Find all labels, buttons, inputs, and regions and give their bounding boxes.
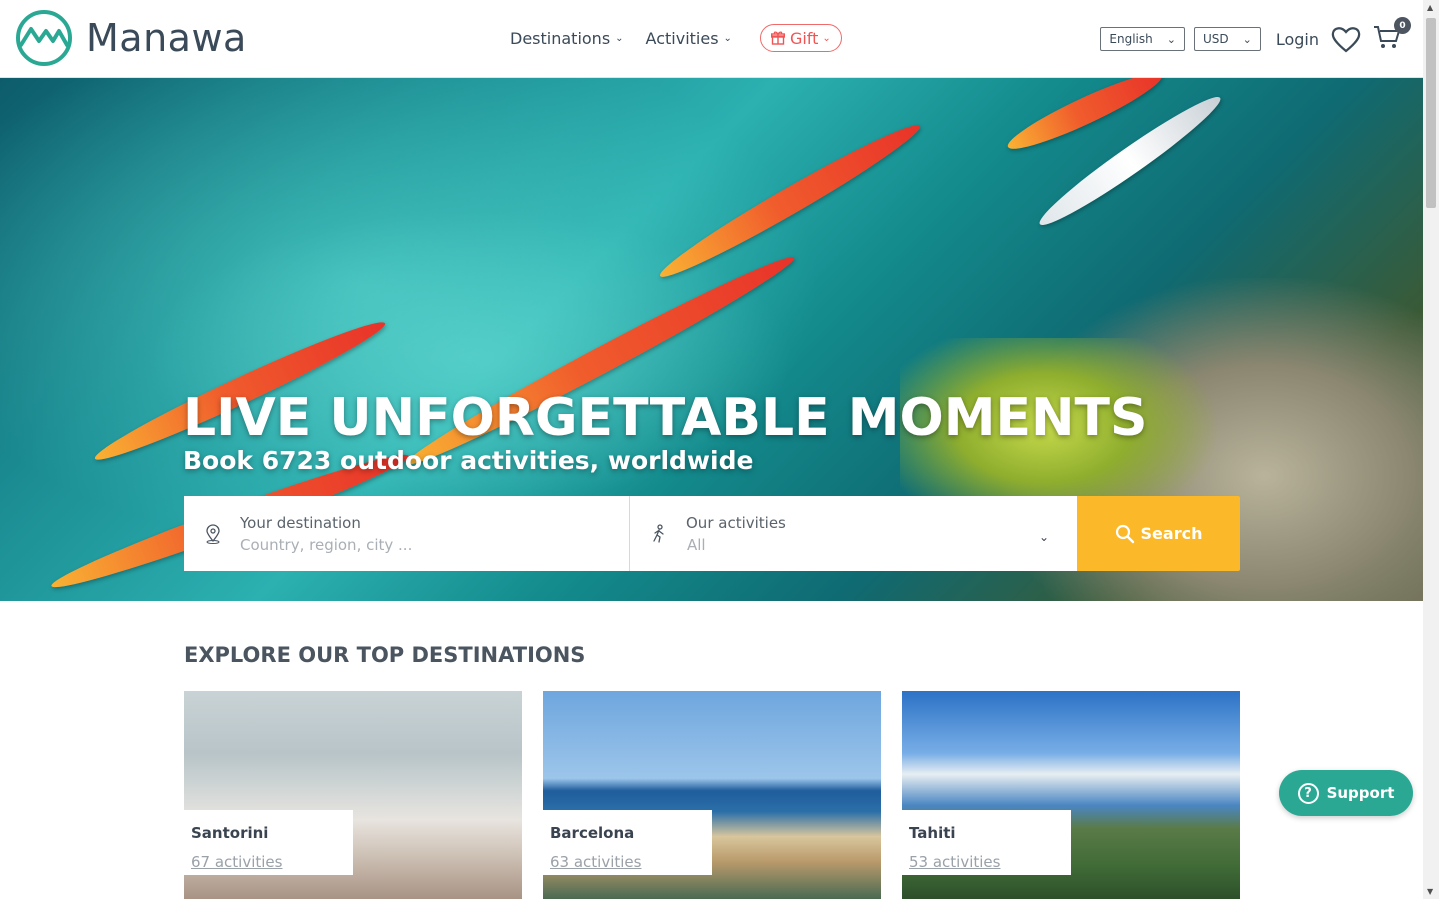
destination-caption: Barcelona 63 activities bbox=[543, 810, 712, 875]
currency-value: USD bbox=[1202, 32, 1229, 46]
header-actions: English ⌄ USD ⌄ Login 0 bbox=[1100, 17, 1411, 54]
chevron-down-icon: ⌄ bbox=[1166, 32, 1176, 46]
destination-card-barcelona[interactable]: Barcelona 63 activities bbox=[543, 691, 881, 899]
scrollbar-thumb[interactable] bbox=[1426, 18, 1436, 208]
login-link[interactable]: Login bbox=[1276, 30, 1319, 49]
nav-activities-label: Activities bbox=[645, 28, 719, 48]
gift-button[interactable]: Gift ⌄ bbox=[759, 24, 842, 52]
destination-caption: Santorini 67 activities bbox=[184, 810, 353, 875]
hero-title: LIVE UNFORGETTABLE MOMENTS bbox=[183, 388, 1148, 448]
chevron-down-icon: ⌄ bbox=[615, 32, 624, 44]
destination-card-tahiti[interactable]: Tahiti 53 activities bbox=[902, 691, 1240, 899]
search-button[interactable]: Search bbox=[1077, 496, 1240, 571]
nav-destinations-label: Destinations bbox=[510, 28, 611, 48]
location-pin-icon bbox=[206, 524, 220, 544]
destination-label: Your destination bbox=[240, 514, 361, 532]
cart-button[interactable]: 0 bbox=[1373, 17, 1411, 54]
support-label: Support bbox=[1326, 784, 1395, 802]
question-icon: ? bbox=[1297, 782, 1319, 804]
hiker-icon bbox=[653, 524, 664, 543]
chevron-down-icon: ⌄ bbox=[1242, 32, 1252, 46]
currency-select[interactable]: USD ⌄ bbox=[1193, 27, 1261, 51]
gift-icon bbox=[770, 31, 785, 45]
destination-field[interactable]: Your destination bbox=[184, 496, 630, 571]
destination-name: Barcelona bbox=[550, 824, 635, 842]
hero-banner: LIVE UNFORGETTABLE MOMENTS Book 6723 out… bbox=[0, 78, 1423, 601]
scrollbar[interactable]: ▲ ▼ bbox=[1423, 0, 1439, 899]
language-select[interactable]: English ⌄ bbox=[1100, 27, 1185, 51]
brand-name: Manawa bbox=[86, 16, 247, 60]
destination-input[interactable] bbox=[240, 536, 600, 554]
scroll-up-icon[interactable]: ▲ bbox=[1427, 3, 1433, 12]
destination-name: Tahiti bbox=[909, 824, 956, 842]
heart-icon[interactable] bbox=[1331, 25, 1361, 53]
support-button[interactable]: ? Support bbox=[1279, 770, 1413, 816]
nav-activities[interactable]: Activities ⌄ bbox=[646, 24, 732, 52]
destination-card-santorini[interactable]: Santorini 67 activities bbox=[184, 691, 522, 899]
destination-activities-link[interactable]: 63 activities bbox=[550, 853, 641, 871]
scroll-down-icon[interactable]: ▼ bbox=[1427, 887, 1433, 896]
logo[interactable]: Manawa bbox=[15, 9, 247, 67]
destination-activities-link[interactable]: 53 activities bbox=[909, 853, 1000, 871]
search-icon bbox=[1115, 524, 1134, 543]
language-value: English bbox=[1109, 32, 1153, 46]
gift-label: Gift bbox=[789, 28, 819, 48]
main-nav: Destinations ⌄ Activities ⌄ Gift ⌄ bbox=[510, 24, 842, 52]
nav-destinations[interactable]: Destinations ⌄ bbox=[510, 24, 624, 52]
hero-subtitle: Book 6723 outdoor activities, worldwide bbox=[183, 446, 754, 475]
cart-count-badge: 0 bbox=[1394, 17, 1411, 34]
activities-select[interactable]: Our activities All ⌄ bbox=[630, 496, 1077, 571]
search-button-label: Search bbox=[1140, 524, 1203, 543]
section-title: EXPLORE OUR TOP DESTINATIONS bbox=[184, 643, 586, 667]
chevron-down-icon: ⌄ bbox=[822, 32, 831, 44]
chevron-down-icon: ⌄ bbox=[1038, 530, 1049, 544]
activities-label: Our activities bbox=[686, 514, 786, 532]
mountain-logo-icon bbox=[16, 10, 72, 66]
search-bar: Your destination Our activities All ⌄ Se… bbox=[184, 496, 1240, 571]
destination-caption: Tahiti 53 activities bbox=[902, 810, 1071, 875]
destination-name: Santorini bbox=[191, 824, 269, 842]
destination-activities-link[interactable]: 67 activities bbox=[191, 853, 282, 871]
chevron-down-icon: ⌄ bbox=[723, 32, 732, 44]
activities-value: All bbox=[687, 536, 706, 554]
site-header: Manawa Destinations ⌄ Activities ⌄ Gift … bbox=[0, 0, 1423, 78]
